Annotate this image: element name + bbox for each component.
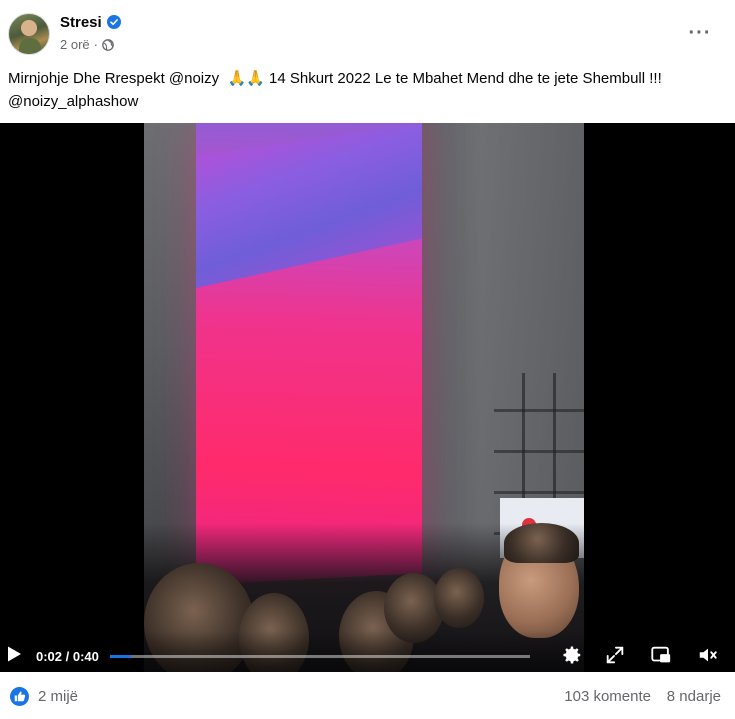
settings-gear-icon[interactable] bbox=[561, 644, 583, 666]
author-name[interactable]: Stresi bbox=[60, 14, 102, 31]
more-options-icon: ··· bbox=[688, 21, 712, 44]
crowd-head bbox=[434, 568, 484, 628]
praying-hands-emoji: 🙏🙏 bbox=[227, 70, 265, 87]
more-options-button[interactable]: ··· bbox=[682, 18, 718, 48]
video-frame bbox=[144, 123, 584, 672]
meta-separator: · bbox=[93, 37, 98, 52]
fullscreen-expand-icon[interactable] bbox=[604, 644, 626, 666]
duration: 0:40 bbox=[72, 649, 99, 664]
post-footer: 2 mijë 103 komente 8 ndarje bbox=[0, 672, 735, 719]
progress-bar[interactable] bbox=[110, 655, 530, 658]
comments-count[interactable]: 103 komente bbox=[564, 688, 651, 705]
verified-badge-icon bbox=[107, 15, 121, 29]
post-text: Mirnjohje Dhe Rrespekt @noizy 🙏🙏 14 Shku… bbox=[8, 67, 720, 113]
play-icon[interactable] bbox=[5, 645, 23, 663]
post-text-part1: Mirnjohje Dhe Rrespekt @noizy bbox=[8, 70, 228, 87]
time-separator: / bbox=[62, 649, 73, 664]
video-controls: 0:02 / 0:40 bbox=[0, 631, 735, 672]
reaction-count[interactable]: 2 mijë bbox=[38, 688, 78, 705]
author-avatar[interactable] bbox=[8, 13, 50, 55]
like-reaction-icon[interactable] bbox=[10, 687, 29, 706]
post-header: Stresi 2 orë · ··· bbox=[0, 0, 735, 62]
post-meta: 2 orë · bbox=[60, 37, 114, 52]
crowd-head bbox=[504, 523, 579, 563]
video-player[interactable]: 0:02 / 0:40 bbox=[0, 123, 735, 672]
progress-fill bbox=[110, 655, 131, 658]
post-timestamp[interactable]: 2 orë bbox=[60, 37, 90, 52]
volume-muted-icon[interactable] bbox=[697, 644, 719, 666]
video-time: 0:02 / 0:40 bbox=[36, 649, 99, 664]
globe-icon bbox=[102, 38, 114, 51]
current-time: 0:02 bbox=[36, 649, 63, 664]
shares-count[interactable]: 8 ndarje bbox=[667, 688, 721, 705]
picture-in-picture-icon[interactable] bbox=[650, 644, 672, 666]
